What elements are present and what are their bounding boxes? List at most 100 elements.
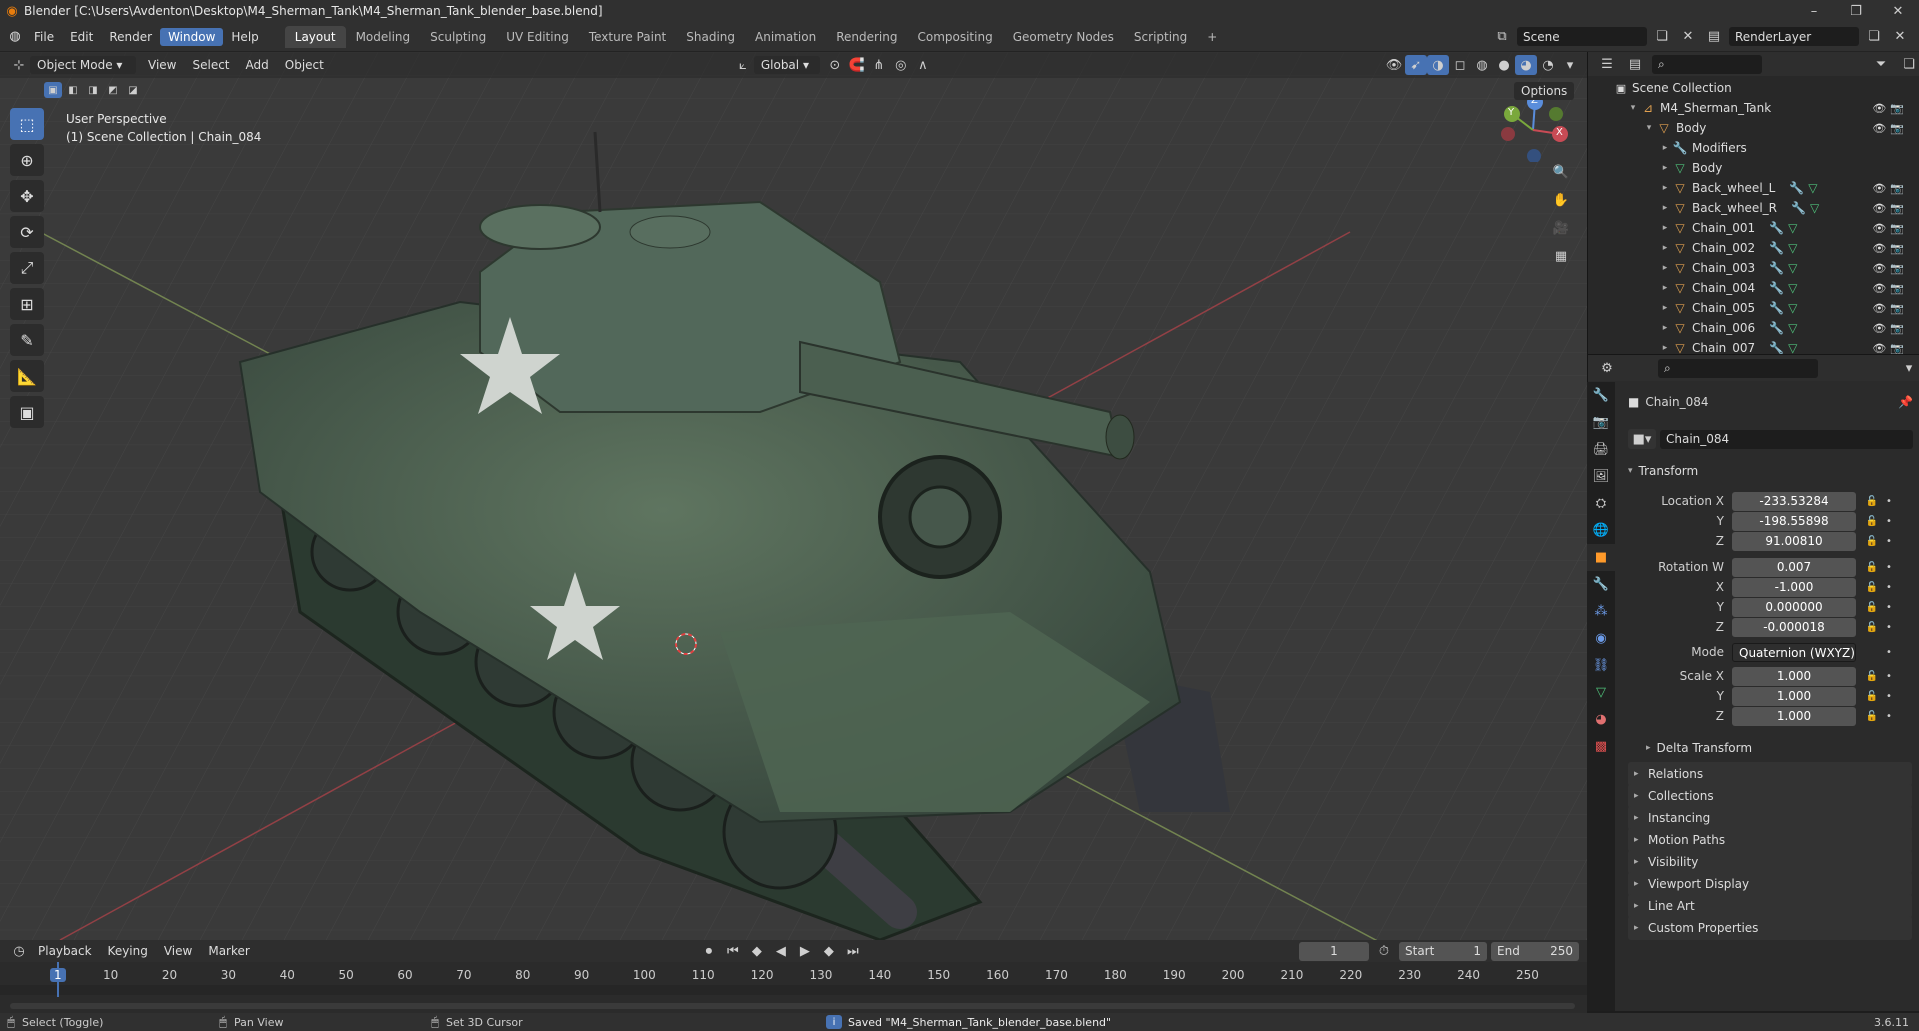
start-frame-field[interactable]: Start 1 [1399, 941, 1487, 961]
expand-right-icon[interactable]: ▸ [1658, 303, 1672, 313]
shading-options-icon[interactable]: ▾ [1559, 55, 1581, 75]
next-keyframe-icon[interactable]: ◆ [818, 941, 840, 961]
pin-icon[interactable]: 📌 [1898, 395, 1913, 409]
outliner-row[interactable]: ▸ ▽ Back_wheel_R 🔧 ▽ 👁📷 [1588, 198, 1919, 218]
panel-instancing[interactable]: ▸ Instancing [1628, 806, 1912, 830]
render-tab-icon[interactable]: 📷 [1587, 409, 1615, 436]
expand-right-icon[interactable]: ▸ [1658, 283, 1672, 293]
maximize-button[interactable]: ❐ [1835, 4, 1877, 19]
expand-right-icon[interactable]: ▸ [1658, 223, 1672, 233]
texture-tab-icon[interactable]: ▩ [1587, 733, 1615, 760]
expand-right-icon[interactable]: ▸ [1658, 323, 1672, 333]
outliner-row[interactable]: ▸ ▽ Chain_002 🔧 ▽ 👁📷 [1588, 238, 1919, 258]
constraints-tab-icon[interactable]: ⛓ [1587, 652, 1615, 679]
view-layer-selector[interactable]: RenderLayer [1729, 27, 1859, 46]
falloff-icon[interactable]: ∧ [912, 55, 934, 75]
visibility-toggle-icon[interactable]: 👁📷 [1872, 282, 1908, 295]
select-intersect-icon[interactable]: ◪ [124, 82, 142, 98]
expand-right-icon[interactable]: ▸ [1658, 343, 1672, 353]
tab-shading[interactable]: Shading [676, 26, 745, 48]
play-reverse-icon[interactable]: ◀ [770, 941, 792, 961]
location-y-field[interactable]: -198.55898 [1732, 511, 1856, 531]
lock-icon[interactable]: 🔓 [1862, 711, 1882, 722]
outliner-row[interactable]: ▾ ⊿ M4_Sherman_Tank 👁📷 [1588, 98, 1919, 118]
transform-panel-header[interactable]: ▾ Transform [1628, 461, 1913, 481]
tool-tab-icon[interactable]: 🔧 [1587, 382, 1615, 409]
navigation-gizmo[interactable]: Z Y X [1498, 92, 1568, 163]
lock-icon[interactable]: 🔓 [1862, 562, 1882, 573]
data-tab-icon[interactable]: ▽ [1587, 679, 1615, 706]
tab-geometry-nodes[interactable]: Geometry Nodes [1003, 26, 1124, 48]
keyframe-dot-icon[interactable]: • [1882, 536, 1896, 547]
outliner-row[interactable]: ▸ ▽ Chain_006 🔧 ▽ 👁📷 [1588, 318, 1919, 338]
properties-editor-icon[interactable]: ⚙ [1596, 358, 1618, 378]
gizmo-toggle-icon[interactable]: ➹ [1405, 55, 1427, 75]
delta-transform-subpanel[interactable]: ▸ Delta Transform [1646, 738, 1752, 758]
menu-edit[interactable]: Edit [62, 28, 101, 46]
lock-icon[interactable]: 🔓 [1862, 622, 1882, 633]
menu-render[interactable]: Render [101, 28, 160, 46]
editor-type-icon[interactable]: ⊹ [8, 55, 30, 75]
scale-y-field[interactable]: 1.000 [1732, 686, 1856, 706]
delete-scene-icon[interactable]: ✕ [1677, 27, 1699, 47]
new-scene-icon[interactable]: ❏ [1651, 27, 1673, 47]
tab-sculpting[interactable]: Sculpting [420, 26, 496, 48]
viewport-menu-object[interactable]: Object [277, 56, 332, 74]
scale-z-field[interactable]: 1.000 [1732, 706, 1856, 726]
menu-help[interactable]: Help [223, 28, 266, 46]
jump-end-icon[interactable]: ⏭ [842, 941, 864, 961]
cursor-tool[interactable]: ⊕ [10, 144, 44, 176]
keyframe-dot-icon[interactable]: • [1882, 691, 1896, 702]
current-frame-field[interactable]: 1 [1299, 941, 1369, 961]
new-collection-icon[interactable]: ❏ [1898, 54, 1919, 74]
view-layer-tab-icon[interactable]: 🖼 [1587, 463, 1615, 490]
zoom-icon[interactable]: 🔍 [1550, 162, 1572, 182]
modifiers-tab-icon[interactable]: 🔧 [1587, 571, 1615, 598]
properties-options-icon[interactable]: ▾ [1898, 358, 1919, 378]
outliner-root[interactable]: ▣ Scene Collection [1588, 78, 1919, 98]
panel-collections[interactable]: ▸ Collections [1628, 784, 1912, 808]
keyframe-dot-icon[interactable]: • [1882, 602, 1896, 613]
keyframe-dot-icon[interactable]: • [1882, 622, 1896, 633]
outliner-row[interactable]: ▸ 🔧 Modifiers [1588, 138, 1919, 158]
expand-right-icon[interactable]: ▸ [1658, 263, 1672, 273]
menu-file[interactable]: File [26, 28, 62, 46]
expand-right-icon[interactable]: ▸ [1658, 143, 1672, 153]
panel-visibility[interactable]: ▸ Visibility [1628, 850, 1912, 874]
panel-line-art[interactable]: ▸ Line Art [1628, 894, 1912, 918]
shading-material-icon[interactable]: ◕ [1515, 55, 1537, 75]
move-tool[interactable]: ✥ [10, 180, 44, 212]
viewport-menu-select[interactable]: Select [184, 56, 237, 74]
viewport-menu-view[interactable]: View [140, 56, 184, 74]
add-workspace-button[interactable]: + [1197, 26, 1227, 48]
visibility-icon[interactable]: 👁 [1383, 55, 1405, 75]
scene-selector[interactable]: Scene [1517, 27, 1647, 46]
camera-view-icon[interactable]: 🎥 [1550, 218, 1572, 238]
visibility-toggle-icon[interactable]: 👁📷 [1872, 302, 1908, 315]
scene-tab-icon[interactable]: ⛭ [1587, 490, 1615, 517]
blender-menu-icon[interactable]: ◍ [4, 27, 26, 47]
visibility-toggle-icon[interactable]: 👁📷 [1872, 242, 1908, 255]
particles-tab-icon[interactable]: ⁂ [1587, 598, 1615, 625]
expand-right-icon[interactable]: ▸ [1658, 163, 1672, 173]
delete-view-layer-icon[interactable]: ✕ [1889, 27, 1911, 47]
keyframe-dot-icon[interactable]: • [1882, 647, 1896, 658]
timeline-menu-playback[interactable]: Playback [30, 942, 100, 960]
timeline-editor-icon[interactable]: ◷ [8, 941, 30, 961]
jump-start-icon[interactable]: ⏮ [722, 941, 744, 961]
record-icon[interactable]: ⏺ [698, 941, 720, 961]
scale-tool[interactable]: ⤢ [10, 252, 44, 284]
expand-right-icon[interactable]: ▸ [1658, 203, 1672, 213]
outliner-row[interactable]: ▾ ▽ Body 👁📷 [1588, 118, 1919, 138]
rotate-tool[interactable]: ⟳ [10, 216, 44, 248]
visibility-toggle-icon[interactable]: 👁📷 [1872, 262, 1908, 275]
keyframe-dot-icon[interactable]: • [1882, 711, 1896, 722]
lock-icon[interactable]: 🔓 [1862, 516, 1882, 527]
proportional-edit-icon[interactable]: ◎ [890, 55, 912, 75]
rotation-z-field[interactable]: -0.000018 [1732, 617, 1856, 637]
rotation-w-field[interactable]: 0.007 [1732, 557, 1856, 577]
location-x-field[interactable]: -233.53284 [1732, 491, 1856, 511]
new-view-layer-icon[interactable]: ❏ [1863, 27, 1885, 47]
select-extend-icon[interactable]: ◧ [64, 82, 82, 98]
outliner-row[interactable]: ▸ ▽ Chain_001 🔧 ▽ 👁📷 [1588, 218, 1919, 238]
